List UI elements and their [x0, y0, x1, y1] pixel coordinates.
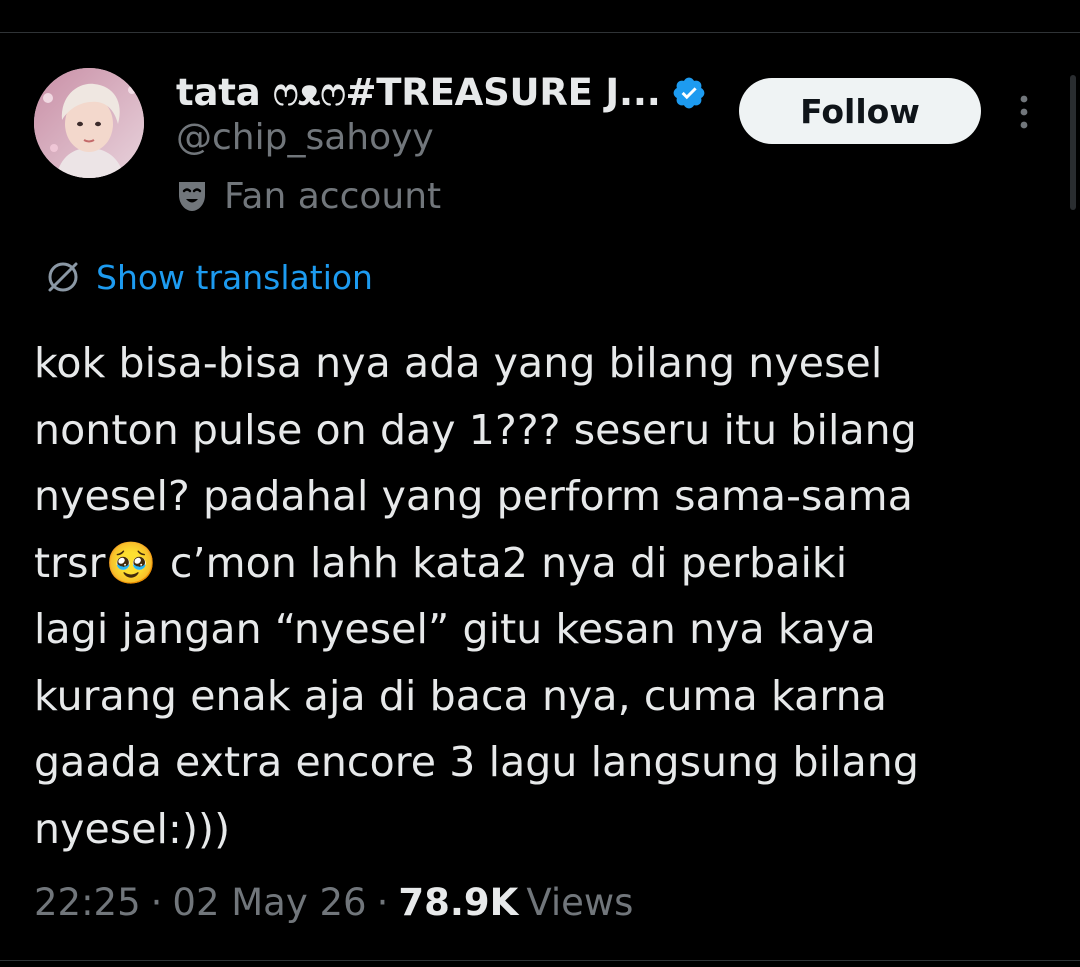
avatar[interactable] — [34, 68, 144, 178]
more-vertical-icon — [1020, 95, 1028, 129]
meta-separator: · — [376, 880, 389, 924]
author-handle[interactable]: @chip_sahoyy — [176, 117, 434, 158]
bottom-divider — [0, 960, 1080, 961]
meta-separator: · — [150, 880, 163, 924]
verified-badge-icon — [673, 77, 704, 109]
account-type-row: Fan account — [176, 172, 441, 220]
tweet-text: kok bisa-bisa nya ada yang bilang nyesel… — [34, 339, 919, 853]
globe-icon — [48, 262, 78, 292]
tweet-date[interactable]: 02 May 26 — [172, 881, 366, 924]
more-options-button[interactable] — [1006, 92, 1042, 132]
top-divider — [0, 32, 1080, 33]
views-label[interactable]: Views — [526, 881, 633, 924]
scrollbar[interactable] — [1070, 75, 1076, 210]
mask-icon — [179, 182, 205, 211]
show-translation-link[interactable]: Show translation — [44, 252, 373, 302]
author-name-row[interactable]: tata ෆ⁠ᴥෆ#TREASURE J... — [176, 66, 707, 120]
tweet-meta: 22:25 · 02 May 26 · 78.9K Views — [34, 876, 633, 928]
author-display-name[interactable]: tata ෆ⁠ᴥෆ#TREASURE J... — [176, 71, 661, 115]
follow-button[interactable]: Follow — [739, 78, 981, 144]
views-count[interactable]: 78.9K — [398, 881, 518, 924]
account-type-label: Fan account — [224, 175, 442, 217]
show-translation-label[interactable]: Show translation — [96, 258, 373, 297]
tweet-time[interactable]: 22:25 — [34, 881, 141, 924]
